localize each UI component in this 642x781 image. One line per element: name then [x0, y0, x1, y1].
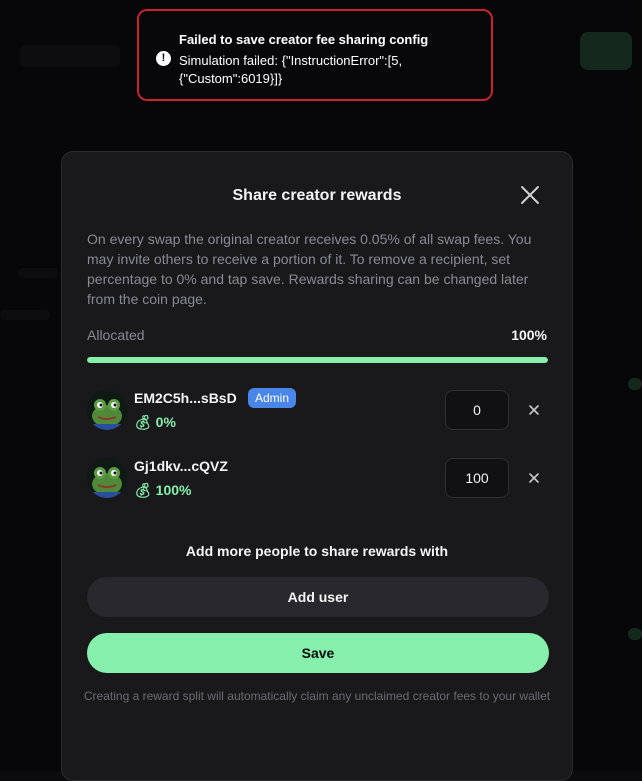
add-user-button[interactable]: Add user [87, 577, 549, 617]
exclamation-circle-icon: ! [156, 51, 171, 66]
close-button[interactable] [517, 182, 543, 208]
recipient-row: Gj1dkv...cQVZ 💰︎ 100% [87, 458, 549, 502]
recipient-name: EM2C5h...sBsD [134, 390, 237, 406]
remove-recipient-button[interactable] [527, 471, 541, 485]
avatar [87, 458, 127, 498]
recipient-percent-value: 100% [155, 482, 192, 498]
percent-input[interactable] [445, 458, 509, 498]
allocation-progress-fill [87, 357, 548, 363]
recipient-percent: 💰︎ 100% [134, 482, 191, 499]
close-icon [521, 186, 539, 204]
share-rewards-modal: Share creator rewards On every swap the … [61, 151, 573, 781]
modal-description: On every swap the original creator recei… [87, 231, 532, 307]
recipient-name: Gj1dkv...cQVZ [134, 458, 228, 474]
remove-recipient-button[interactable] [527, 403, 541, 417]
toast-message: Simulation failed: {"InstructionError":[… [179, 53, 403, 86]
footnote: Creating a reward split will automatical… [83, 689, 551, 703]
add-more-heading: Add more people to share rewards with [185, 543, 449, 559]
allocated-value: 100% [511, 327, 547, 343]
toast-title: Failed to save creator fee sharing confi… [179, 32, 429, 47]
modal-title: Share creator rewards [232, 187, 402, 204]
recipient-row: EM2C5h...sBsD Admin 💰︎ 0% [87, 388, 549, 434]
error-toast: ! Failed to save creator fee sharing con… [137, 9, 493, 101]
recipient-percent: 💰︎ 0% [134, 414, 176, 431]
remove-icon [529, 473, 539, 483]
money-bag-icon: 💰︎ [134, 482, 152, 498]
save-button[interactable]: Save [87, 633, 549, 673]
money-bag-icon: 💰︎ [134, 414, 152, 430]
remove-icon [529, 405, 539, 415]
avatar [87, 390, 127, 430]
percent-input[interactable] [445, 390, 509, 430]
frog-avatar-icon [87, 458, 127, 498]
allocation-progress [87, 357, 548, 363]
admin-badge: Admin [248, 388, 297, 408]
allocated-label: Allocated [87, 327, 145, 343]
recipient-percent-value: 0% [155, 414, 176, 430]
frog-avatar-icon [87, 390, 127, 430]
